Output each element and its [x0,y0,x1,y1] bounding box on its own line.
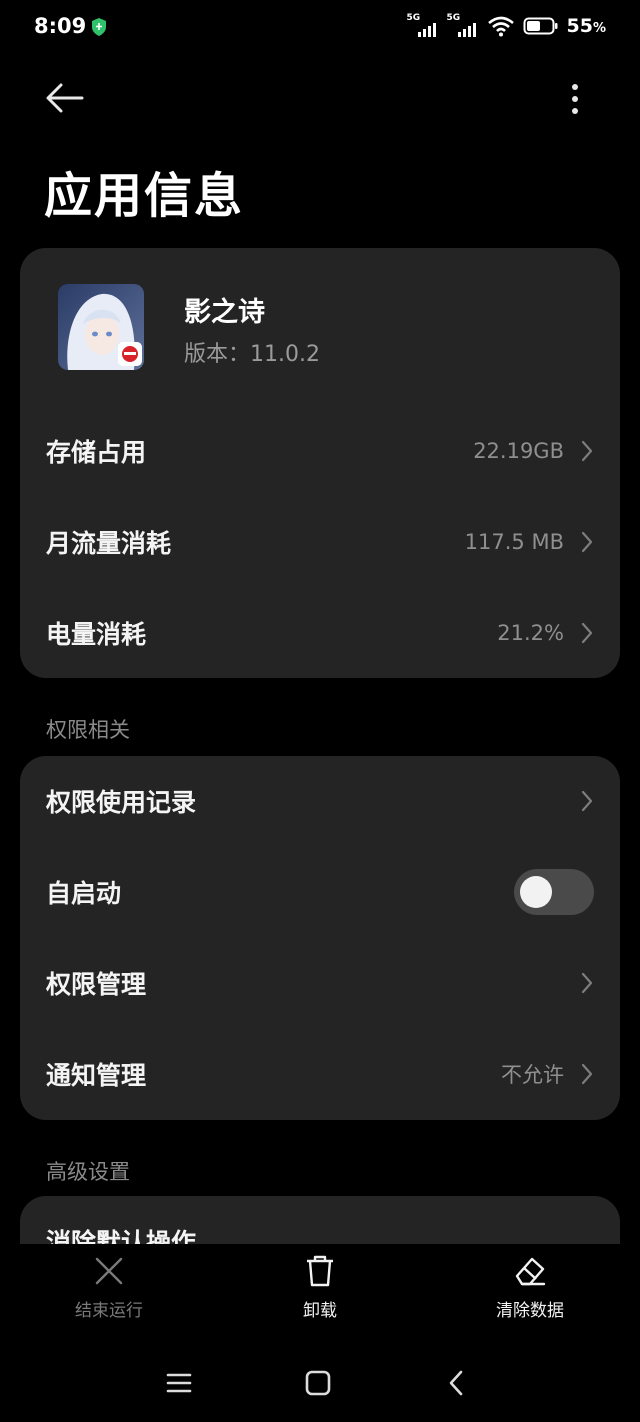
row-label: 通知管理 [46,1061,147,1090]
back-arrow-icon[interactable] [44,80,84,116]
menu-icon[interactable] [164,1368,194,1398]
chevron-right-icon [581,440,593,462]
battery-icon [523,17,558,35]
app-info-screen: 8:09 5G 5G 55% 应用信息 影之诗 版本：11.0.2 存储占用 2… [0,0,640,1422]
chevron-right-icon [581,622,593,644]
row-label: 权限管理 [46,970,147,999]
permission-usage-record-row[interactable]: 权限使用记录 [20,756,620,846]
notification-management-row[interactable]: 通知管理 不允许 [20,1029,620,1119]
data-usage-row[interactable]: 月流量消耗 117.5 MB [20,497,620,587]
system-navigation-bar [0,1344,640,1422]
row-label: 自启动 [46,879,122,908]
storage-usage-row[interactable]: 存储占用 22.19GB [20,406,620,496]
app-version: 版本：11.0.2 [184,342,320,367]
status-time: 8:09 [34,14,87,38]
permissions-card: 权限使用记录 自启动 权限管理 通知管理 不允许 [20,756,620,1120]
trash-icon [307,1255,333,1287]
toggle-knob [520,876,552,908]
status-bar: 8:09 5G 5G 55% [0,0,640,56]
stop-label: 结束运行 [75,1301,143,1321]
row-value: 22.19GB [473,439,564,463]
chevron-right-icon [581,1063,593,1085]
advanced-section-title: 高级设置 [46,1160,130,1184]
clear-data-label: 清除数据 [496,1301,564,1321]
bottom-action-bar: 结束运行 卸载 清除数据 [0,1244,640,1344]
autostart-toggle[interactable] [514,869,594,915]
row-label: 月流量消耗 [46,529,172,558]
cellular-signal-1-icon: 5G [407,13,439,39]
row-label: 存储占用 [46,438,147,467]
back-icon[interactable] [442,1368,472,1398]
more-vertical-icon[interactable] [562,82,588,118]
permissions-section-title: 权限相关 [46,718,130,742]
chevron-right-icon [581,790,593,812]
row-label: 电量消耗 [46,620,147,649]
chevron-right-icon [581,972,593,994]
app-icon [58,284,144,370]
row-value: 21.2% [497,621,564,645]
close-icon [95,1257,123,1285]
row-label: 权限使用记录 [46,788,197,817]
uninstall-label: 卸载 [303,1301,337,1321]
page-title: 应用信息 [44,168,245,224]
row-value: 不允许 [501,1063,564,1087]
eraser-icon [515,1257,546,1286]
battery-percentage: 55% [566,15,606,37]
status-indicators: 5G 5G 55% [407,13,606,39]
battery-usage-row[interactable]: 电量消耗 21.2% [20,588,620,678]
wifi-icon [487,16,514,37]
app-name: 影之诗 [184,297,265,328]
security-shield-icon [92,18,106,36]
chevron-right-icon [581,531,593,553]
cellular-signal-2-icon: 5G [447,13,479,39]
uninstall-button[interactable]: 卸载 [240,1254,400,1321]
autostart-row: 自启动 [20,847,620,937]
row-value: 117.5 MB [464,530,564,554]
permission-management-row[interactable]: 权限管理 [20,938,620,1028]
clear-data-button[interactable]: 清除数据 [450,1254,610,1321]
app-summary-card: 影之诗 版本：11.0.2 存储占用 22.19GB 月流量消耗 117.5 M… [20,248,620,678]
stop-button[interactable]: 结束运行 [29,1254,189,1321]
home-icon[interactable] [303,1368,333,1398]
